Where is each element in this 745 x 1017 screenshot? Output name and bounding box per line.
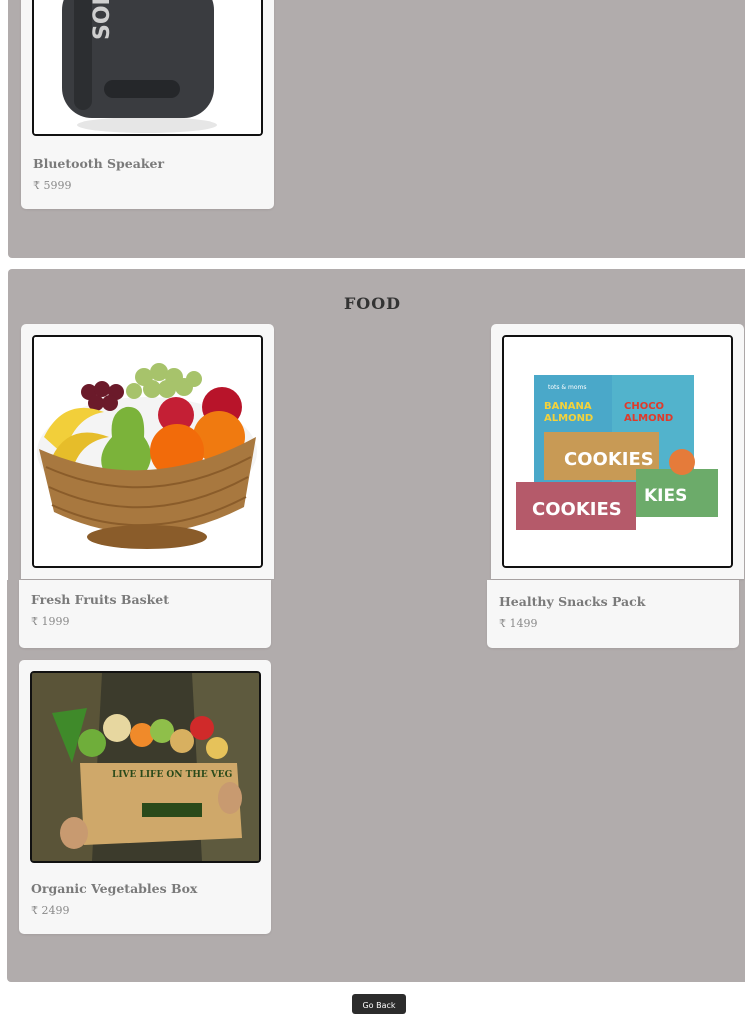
product-card-fruits-image[interactable] <box>21 324 274 579</box>
product-price: ₹ 5999 <box>33 179 72 192</box>
svg-text:CHOCO: CHOCO <box>624 401 664 412</box>
product-card-healthy-snacks[interactable]: Healthy Snacks Pack ₹ 1499 <box>487 580 739 648</box>
box-text: LIVE LIFE ON THE VEG <box>112 770 232 780</box>
product-name[interactable]: Healthy Snacks Pack <box>499 594 645 609</box>
product-name[interactable]: Fresh Fruits Basket <box>31 592 169 607</box>
product-card-fresh-fruits[interactable]: Fresh Fruits Basket ₹ 1999 <box>19 580 271 648</box>
svg-text:ALMOND: ALMOND <box>624 413 673 424</box>
product-price: ₹ 1999 <box>31 615 70 628</box>
svg-text:COOKIES: COOKIES <box>532 499 622 520</box>
brand-text: SONY <box>90 0 115 40</box>
svg-text:BANANA: BANANA <box>544 401 592 412</box>
section-title-food: FOOD <box>343 294 402 313</box>
product-image-fruits <box>32 335 263 568</box>
vegetable-box-image: LIVE LIFE ON THE VEG <box>32 673 259 861</box>
product-price: ₹ 1499 <box>499 617 538 630</box>
svg-text:ALMOND: ALMOND <box>544 413 593 424</box>
product-name[interactable]: Organic Vegetables Box <box>31 881 197 896</box>
snacks-pack-image: tots & moms BANANA ALMOND CHOCO ALMOND C… <box>504 337 731 566</box>
product-image-vegetables: LIVE LIFE ON THE VEG <box>30 671 261 863</box>
product-image-speaker: SONY <box>32 0 263 136</box>
svg-text:KIES: KIES <box>644 486 687 506</box>
product-card-organic-vegetables[interactable]: LIVE LIFE ON THE VEG Organic Vegetables … <box>19 660 271 934</box>
go-back-button[interactable]: Go Back <box>352 994 406 1014</box>
product-price: ₹ 2499 <box>31 904 70 917</box>
product-card-snacks-image[interactable]: tots & moms BANANA ALMOND CHOCO ALMOND C… <box>491 324 744 579</box>
product-card-bluetooth-speaker[interactable]: SONY Bluetooth Speaker ₹ 5999 <box>21 0 274 209</box>
svg-text:COOKIES: COOKIES <box>564 449 654 470</box>
fruit-basket-image <box>34 337 261 566</box>
speaker-image: SONY <box>34 0 261 134</box>
product-image-snacks: tots & moms BANANA ALMOND CHOCO ALMOND C… <box>502 335 733 568</box>
product-name[interactable]: Bluetooth Speaker <box>33 156 164 171</box>
svg-text:tots & moms: tots & moms <box>548 384 586 391</box>
